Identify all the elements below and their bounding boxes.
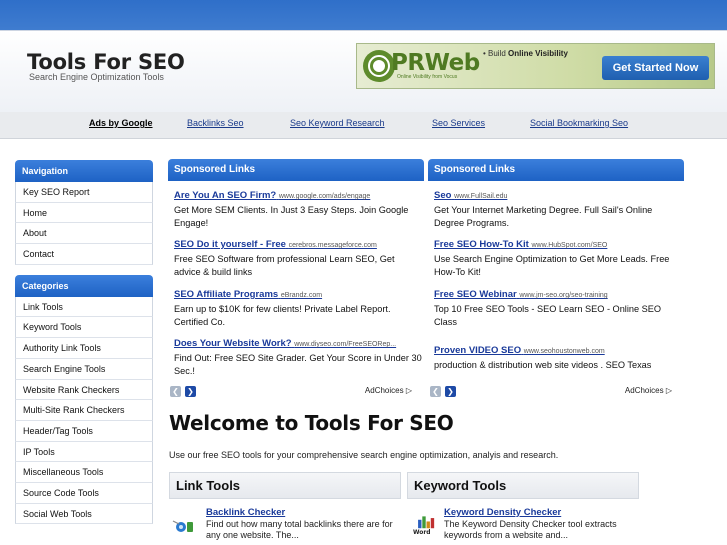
site-title[interactable]: Tools For SEO <box>27 50 185 74</box>
ad-links-bar: Ads by Google Backlinks Seo Seo Keyword … <box>0 112 727 139</box>
sidebar-item-multi-site-rank-checkers[interactable]: Multi-Site Rank Checkers <box>15 400 153 421</box>
keyword-tools-box: Keyword Tools Word Keyword Density Check… <box>407 472 639 545</box>
sidebar-item-keyword-tools[interactable]: Keyword Tools <box>15 317 153 339</box>
keyword-density-icon: Word <box>413 516 435 535</box>
sidebar-item-social-web-tools[interactable]: Social Web Tools <box>15 503 153 525</box>
ad-title-link[interactable]: Are You An SEO Firm? <box>174 190 276 201</box>
sidebar: Navigation Key SEO Report Home About Con… <box>15 160 153 525</box>
ad-title-link[interactable]: Does Your Website Work? <box>174 338 292 349</box>
sponsored-heading: Sponsored Links <box>168 159 424 181</box>
categories-heading: Categories <box>15 274 153 297</box>
link-tools-heading: Link Tools <box>169 472 401 499</box>
adlink-seo-services[interactable]: Seo Services <box>432 118 485 128</box>
ad-title-link[interactable]: SEO Affiliate Programs <box>174 289 278 300</box>
adchoices-link[interactable]: AdChoices ▷ <box>365 386 412 395</box>
ad-description: Get Your Internet Marketing Degree. Full… <box>434 205 653 228</box>
keyword-density-checker-link[interactable]: Keyword Density Checker <box>444 507 561 518</box>
prweb-banner-ad[interactable]: PRWeb Online Visibility from Vocus • Bui… <box>356 43 715 89</box>
sidebar-item-search-engine-tools[interactable]: Search Engine Tools <box>15 358 153 380</box>
adchoices-icon: ▷ <box>665 386 672 395</box>
sidebar-item-source-code-tools[interactable]: Source Code Tools <box>15 482 153 504</box>
ad-item: Seo www.FullSail.edu Get Your Internet M… <box>434 190 682 230</box>
adchoices-link[interactable]: AdChoices ▷ <box>625 386 672 395</box>
ad-url[interactable]: www.diyseo.com/FreeSEORep... <box>294 341 396 348</box>
ad-title-link[interactable]: Proven VIDEO SEO <box>434 345 521 356</box>
sidebar-item-contact[interactable]: Contact <box>15 244 153 265</box>
ad-url[interactable]: www.seohoustonweb.com <box>524 348 605 355</box>
sidebar-item-about[interactable]: About <box>15 223 153 245</box>
sidebar-item-link-tools[interactable]: Link Tools <box>15 296 153 318</box>
ad-description: Find Out: Free SEO Site Grader. Get Your… <box>174 353 422 376</box>
sponsored-links-box-2: Sponsored Links Seo www.FullSail.edu Get… <box>428 159 684 401</box>
ad-description: Top 10 Free SEO Tools - SEO Learn SEO - … <box>434 304 662 327</box>
prweb-build-text: • Build Online Visibility <box>483 49 568 58</box>
ads-by-google-link[interactable]: Ads by Google <box>89 118 153 128</box>
navigation-heading: Navigation <box>15 160 153 182</box>
backlink-checker-link[interactable]: Backlink Checker <box>206 507 285 518</box>
ad-url[interactable]: cerebros.messageforce.com <box>289 242 377 249</box>
sidebar-item-key-seo-report[interactable]: Key SEO Report <box>15 182 153 203</box>
prweb-brand: PRWeb <box>391 50 480 76</box>
ad-title-link[interactable]: Free SEO Webinar <box>434 289 517 300</box>
adlink-seo-keyword-research[interactable]: Seo Keyword Research <box>290 118 385 128</box>
keyword-tools-heading: Keyword Tools <box>407 472 639 499</box>
ad-description: Free SEO Software from professional Lear… <box>174 254 395 277</box>
sidebar-item-authority-link-tools[interactable]: Authority Link Tools <box>15 338 153 359</box>
ad-item: Does Your Website Work? www.diyseo.com/F… <box>174 338 422 378</box>
ad-description: production & distribution web site video… <box>434 360 652 370</box>
ad-url[interactable]: www.FullSail.edu <box>454 193 507 200</box>
ad-item: Are You An SEO Firm? www.google.com/ads/… <box>174 190 422 230</box>
get-started-button[interactable]: Get Started Now <box>602 56 709 80</box>
ad-url[interactable]: www.HubSpot.com/SEO <box>531 242 607 249</box>
ad-nav: ❮ ❯ AdChoices ▷ <box>168 386 418 400</box>
site-tagline: Search Engine Optimization Tools <box>29 72 164 82</box>
ad-item: Free SEO Webinar www.jm-seo.org/seo-trai… <box>434 289 682 329</box>
sidebar-item-miscellaneous-tools[interactable]: Miscellaneous Tools <box>15 462 153 483</box>
sidebar-item-home[interactable]: Home <box>15 202 153 224</box>
ad-title-link[interactable]: Free SEO How-To Kit <box>434 239 529 250</box>
ad-description: Get More SEM Clients. In Just 3 Easy Ste… <box>174 205 409 228</box>
ad-title-link[interactable]: SEO Do it yourself - Free <box>174 239 286 250</box>
next-ads-icon[interactable]: ❯ <box>185 386 196 397</box>
ad-url[interactable]: www.google.com/ads/engage <box>279 193 370 200</box>
adchoices-icon: ▷ <box>405 386 412 395</box>
ad-title-link[interactable]: Seo <box>434 190 451 201</box>
ad-url[interactable]: www.jm-seo.org/seo-training <box>519 292 607 299</box>
tool-description: Find out how many total backlinks there … <box>206 519 393 540</box>
ad-url[interactable]: eBrandz.com <box>281 292 322 299</box>
prev-ads-icon[interactable]: ❮ <box>430 386 441 397</box>
ad-item: Proven VIDEO SEO www.seohoustonweb.com p… <box>434 345 682 372</box>
sidebar-item-ip-tools[interactable]: IP Tools <box>15 441 153 463</box>
next-ads-icon[interactable]: ❯ <box>445 386 456 397</box>
ad-description: Use Search Engine Optimization to Get Mo… <box>434 254 670 277</box>
tool-description: The Keyword Density Checker tool extract… <box>444 519 617 540</box>
adlink-backlinks-seo[interactable]: Backlinks Seo <box>187 118 244 128</box>
welcome-heading: Welcome to Tools For SEO <box>169 411 454 435</box>
ad-item: SEO Affiliate Programs eBrandz.com Earn … <box>174 289 422 329</box>
ad-nav: ❮ ❯ AdChoices ▷ <box>428 386 678 400</box>
sponsored-heading: Sponsored Links <box>428 159 684 181</box>
sidebar-item-website-rank-checkers[interactable]: Website Rank Checkers <box>15 379 153 401</box>
link-tools-box: Link Tools Backlink Checker Find out how… <box>169 472 401 545</box>
prweb-sub: Online Visibility from Vocus <box>397 74 458 80</box>
prev-ads-icon[interactable]: ❮ <box>170 386 181 397</box>
sponsored-links-box-1: Sponsored Links Are You An SEO Firm? www… <box>168 159 424 401</box>
ad-description: Earn up to $10K for few clients! Private… <box>174 304 391 327</box>
welcome-text: Use our free SEO tools for your comprehe… <box>169 450 559 460</box>
sidebar-item-header-tag-tools[interactable]: Header/Tag Tools <box>15 420 153 442</box>
ad-item: Free SEO How-To Kit www.HubSpot.com/SEO … <box>434 239 682 279</box>
ad-item: SEO Do it yourself - Free cerebros.messa… <box>174 239 422 279</box>
svg-text:Word: Word <box>413 530 431 535</box>
adlink-social-bookmarking-seo[interactable]: Social Bookmarking Seo <box>530 118 628 128</box>
backlink-checker-icon <box>172 520 193 532</box>
